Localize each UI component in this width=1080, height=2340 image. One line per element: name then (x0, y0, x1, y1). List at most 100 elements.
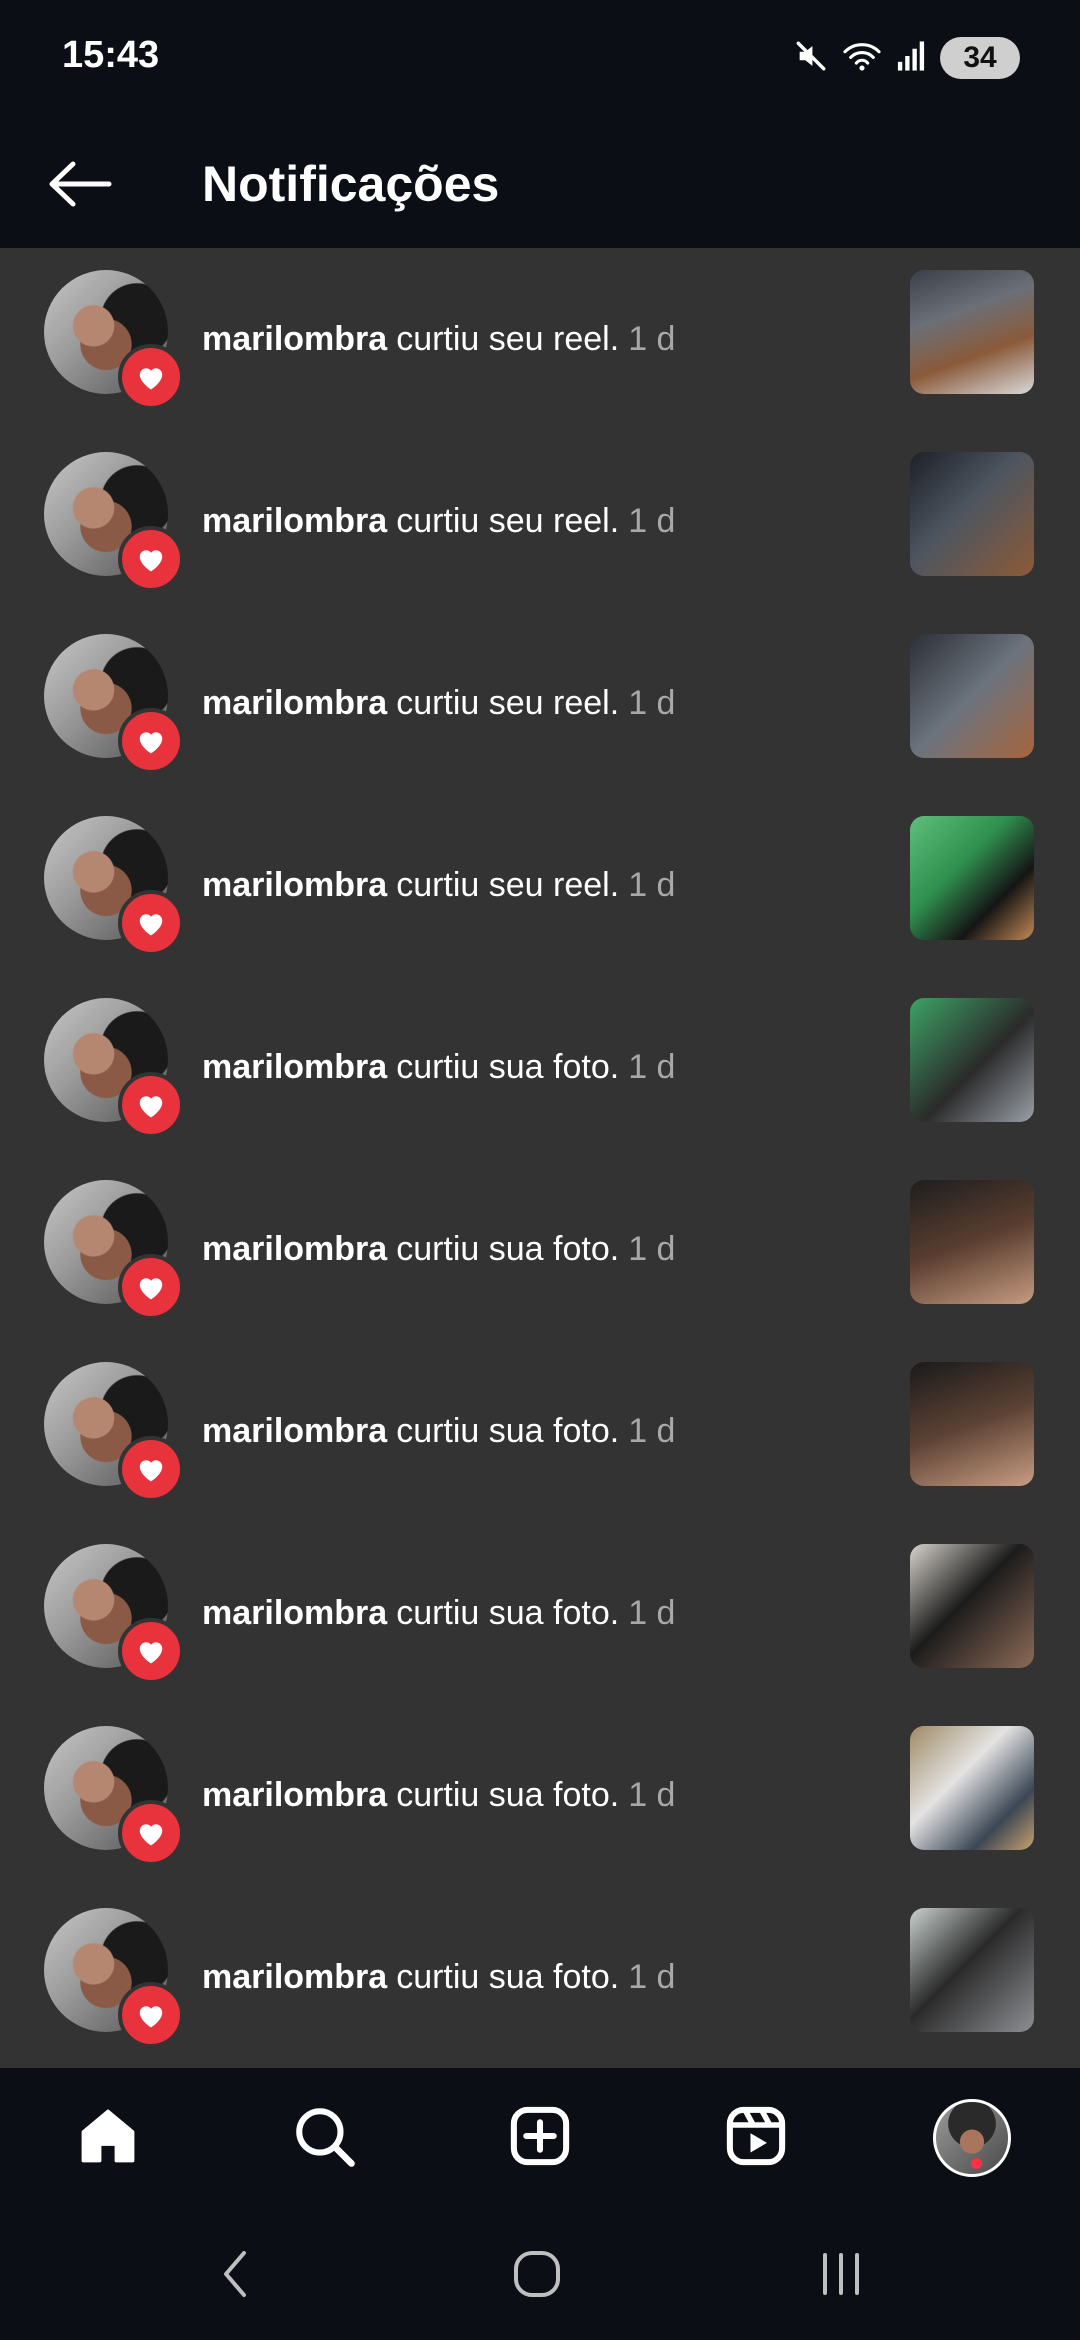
home-icon (75, 2103, 141, 2174)
post-thumbnail[interactable] (910, 270, 1034, 394)
user-avatar[interactable] (44, 452, 184, 592)
notification-text: marilombra curtiu seu reel. 1 d (202, 248, 882, 430)
notification-row[interactable]: marilombra curtiu sua foto. 1 d (0, 1522, 1080, 1704)
timestamp: 1 d (628, 683, 676, 722)
back-button[interactable] (40, 146, 120, 226)
timestamp: 1 d (628, 319, 676, 358)
notification-text: marilombra curtiu sua foto. 1 d (202, 1158, 882, 1340)
notifications-list: marilombra curtiu seu reel. 1 d marilombra c… (0, 248, 1080, 2068)
action-text: curtiu seu reel. (396, 865, 620, 904)
heart-icon (118, 526, 184, 592)
user-avatar[interactable] (44, 1726, 184, 1866)
post-thumbnail[interactable] (910, 1362, 1034, 1486)
heart-icon (118, 1618, 184, 1684)
nav-home[interactable] (68, 2098, 148, 2178)
create-icon (507, 2103, 573, 2174)
notification-text: marilombra curtiu seu reel. 1 d (202, 794, 882, 976)
username[interactable]: marilombra (202, 502, 387, 541)
post-thumbnail[interactable] (910, 1908, 1034, 2032)
recents-icon (816, 2249, 866, 2304)
nav-search[interactable] (284, 2098, 364, 2178)
heart-icon (118, 708, 184, 774)
action-text: curtiu seu reel. (396, 319, 620, 358)
post-thumbnail[interactable] (910, 1726, 1034, 1850)
notification-row[interactable]: marilombra curtiu sua foto. 1 d (0, 1340, 1080, 1522)
notification-row[interactable]: marilombra curtiu seu reel. 1 d (0, 248, 1080, 430)
notification-text: marilombra curtiu sua foto. 1 d (202, 1340, 882, 1522)
post-thumbnail[interactable] (910, 1544, 1034, 1668)
notification-row[interactable]: marilombra curtiu sua foto. 1 d (0, 1704, 1080, 1886)
username[interactable]: marilombra (202, 1776, 387, 1815)
action-text: curtiu sua foto. (396, 1229, 620, 1268)
notification-row[interactable]: marilombra curtiu sua foto. 1 d (0, 1886, 1080, 2068)
post-thumbnail[interactable] (910, 452, 1034, 576)
system-home-button[interactable] (492, 2246, 582, 2306)
nav-reels[interactable] (716, 2098, 796, 2178)
notification-row[interactable]: marilombra curtiu seu reel. 1 d (0, 430, 1080, 612)
username[interactable]: marilombra (202, 1230, 387, 1269)
user-avatar[interactable] (44, 1908, 184, 2048)
timestamp: 1 d (628, 1047, 676, 1086)
heart-icon (118, 1072, 184, 1138)
heart-icon (118, 344, 184, 410)
signal-icon (896, 40, 926, 77)
arrow-left-icon (45, 159, 115, 214)
username[interactable]: marilombra (202, 1412, 387, 1451)
heart-icon (118, 1254, 184, 1320)
timestamp: 1 d (628, 1593, 676, 1632)
page-title: Notificações (202, 156, 500, 212)
username[interactable]: marilombra (202, 866, 387, 905)
username[interactable]: marilombra (202, 684, 387, 723)
timestamp: 1 d (628, 501, 676, 540)
heart-icon (118, 1436, 184, 1502)
post-thumbnail[interactable] (910, 816, 1034, 940)
status-time: 15:43 (62, 34, 160, 76)
action-text: curtiu sua foto. (396, 1775, 620, 1814)
mute-icon (794, 39, 828, 78)
notification-text: marilombra curtiu sua foto. 1 d (202, 1886, 882, 2068)
heart-icon (118, 1982, 184, 2048)
timestamp: 1 d (628, 1775, 676, 1814)
username[interactable]: marilombra (202, 1958, 387, 1997)
action-text: curtiu seu reel. (396, 501, 620, 540)
user-avatar[interactable] (44, 1544, 184, 1684)
username[interactable]: marilombra (202, 1594, 387, 1633)
notification-text: marilombra curtiu sua foto. 1 d (202, 976, 882, 1158)
system-recents-button[interactable] (796, 2246, 886, 2306)
timestamp: 1 d (628, 865, 676, 904)
heart-icon (118, 890, 184, 956)
wifi-icon (842, 39, 882, 78)
system-nav (0, 2208, 1080, 2340)
notification-row[interactable]: marilombra curtiu seu reel. 1 d (0, 612, 1080, 794)
profile-notification-dot (971, 2158, 982, 2169)
action-text: curtiu sua foto. (396, 1411, 620, 1450)
heart-icon (118, 1800, 184, 1866)
notification-row[interactable]: marilombra curtiu sua foto. 1 d (0, 976, 1080, 1158)
action-text: curtiu seu reel. (396, 683, 620, 722)
post-thumbnail[interactable] (910, 634, 1034, 758)
timestamp: 1 d (628, 1229, 676, 1268)
nav-create[interactable] (500, 2098, 580, 2178)
notification-text: marilombra curtiu sua foto. 1 d (202, 1522, 882, 1704)
notification-text: marilombra curtiu seu reel. 1 d (202, 612, 882, 794)
user-avatar[interactable] (44, 998, 184, 1138)
username[interactable]: marilombra (202, 320, 387, 359)
bottom-nav (0, 2068, 1080, 2208)
battery-indicator: 34 (940, 37, 1020, 79)
search-icon (291, 2103, 357, 2174)
user-avatar[interactable] (44, 816, 184, 956)
user-avatar[interactable] (44, 634, 184, 774)
notification-text: marilombra curtiu sua foto. 1 d (202, 1704, 882, 1886)
notification-row[interactable]: marilombra curtiu seu reel. 1 d (0, 794, 1080, 976)
username[interactable]: marilombra (202, 1048, 387, 1087)
status-bar: 15:43 34 (0, 0, 1080, 118)
notification-text: marilombra curtiu seu reel. 1 d (202, 430, 882, 612)
action-text: curtiu sua foto. (396, 1957, 620, 1996)
user-avatar[interactable] (44, 1362, 184, 1502)
system-back-button[interactable] (190, 2246, 280, 2306)
notification-row[interactable]: marilombra curtiu sua foto. 1 d (0, 1158, 1080, 1340)
post-thumbnail[interactable] (910, 1180, 1034, 1304)
user-avatar[interactable] (44, 270, 184, 410)
post-thumbnail[interactable] (910, 998, 1034, 1122)
user-avatar[interactable] (44, 1180, 184, 1320)
